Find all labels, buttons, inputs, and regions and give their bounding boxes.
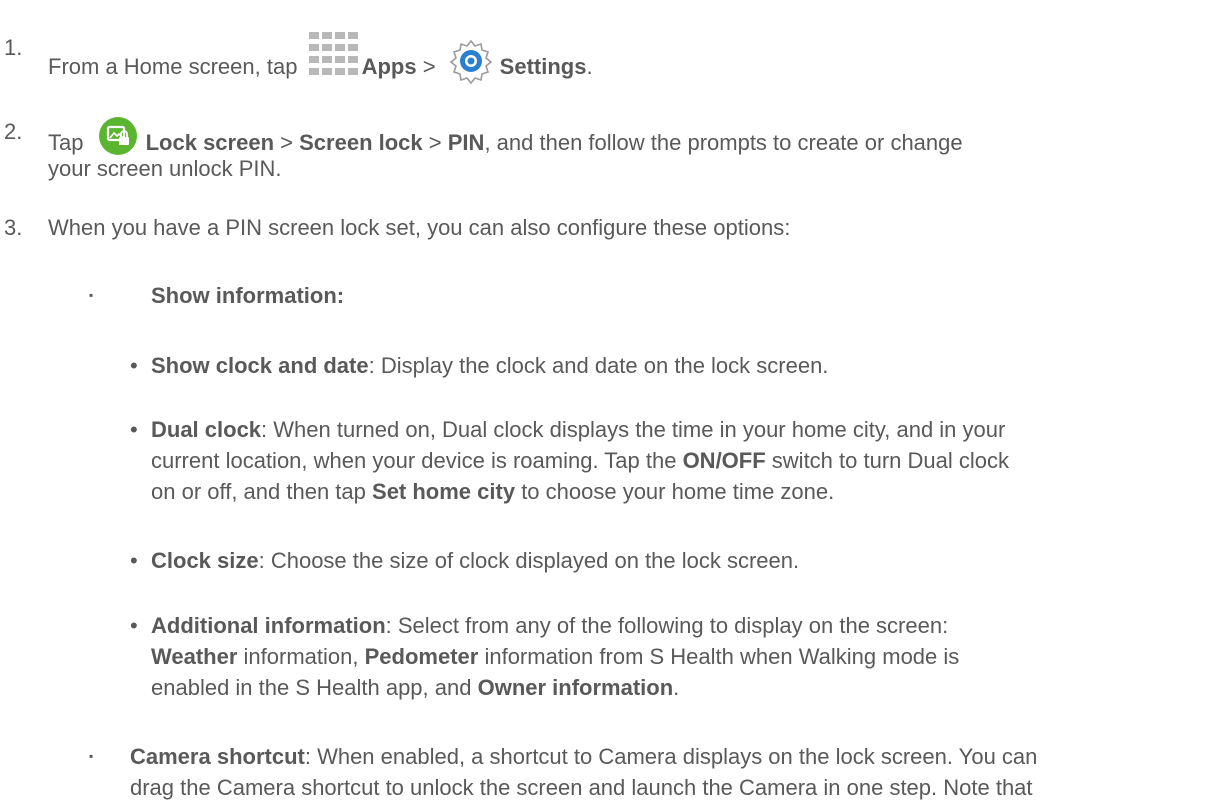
item-label: Clock size	[151, 548, 259, 573]
weather-label: Weather	[151, 644, 238, 669]
period: .	[586, 54, 593, 79]
item-text: : When enabled, a shortcut to Camera dis…	[304, 744, 1038, 769]
item-text: information from S Health when Walking m…	[484, 644, 960, 669]
item-label: Additional information	[151, 613, 386, 638]
step-text: , and then follow the prompts to create …	[484, 130, 963, 155]
item-text: enabled in the S Health app, and	[151, 675, 472, 700]
step-number: 2.	[4, 119, 23, 144]
dot-bullet: •	[130, 353, 138, 378]
owner-information-label: Owner information	[477, 675, 674, 700]
dot-bullet: •	[130, 548, 138, 573]
dot-bullet: •	[130, 613, 138, 638]
show-information-label: Show information:	[151, 283, 345, 308]
pedometer-label: Pedometer	[364, 644, 479, 669]
lock-screen-label: Lock screen	[145, 130, 275, 155]
screen-lock-label: Screen lock	[299, 130, 423, 155]
step-text: When you have a PIN screen lock set, you…	[48, 215, 791, 240]
step-number: 3.	[4, 215, 23, 240]
on-off-label: ON/OFF	[682, 448, 766, 473]
item-text: current location, when your device is ro…	[151, 448, 677, 473]
step-text: From a Home screen, tap	[48, 54, 298, 79]
step-text: Tap	[48, 130, 84, 155]
square-bullet: ▪	[89, 288, 94, 302]
separator: >	[422, 54, 436, 79]
item-label: Camera shortcut	[130, 744, 305, 769]
dot-bullet: •	[130, 417, 138, 442]
item-text: on or off, and then tap	[151, 479, 366, 504]
apps-grid-icon	[307, 32, 359, 80]
settings-label: Settings	[499, 54, 587, 79]
apps-label: Apps	[361, 54, 417, 79]
item-label: Show clock and date	[151, 353, 369, 378]
square-bullet: ▪	[89, 749, 94, 763]
item-text: to choose your home time zone.	[521, 479, 835, 504]
item-text: : Select from any of the following to di…	[385, 613, 949, 638]
item-label: Dual clock	[151, 417, 262, 442]
item-text: drag the Camera shortcut to unlock the s…	[130, 775, 1033, 800]
separator: >	[428, 130, 442, 155]
item-text: information,	[243, 644, 359, 669]
period: .	[673, 675, 680, 700]
item-text: : Display the clock and date on the lock…	[368, 353, 829, 378]
step-text: your screen unlock PIN.	[48, 156, 282, 181]
set-home-city-label: Set home city	[372, 479, 516, 504]
lock-screen-icon	[98, 117, 137, 155]
item-text: : When turned on, Dual clock displays th…	[261, 417, 1006, 442]
pin-label: PIN	[447, 130, 485, 155]
item-text: : Choose the size of clock displayed on …	[258, 548, 800, 573]
separator: >	[280, 130, 293, 155]
step-number: 1.	[4, 35, 23, 60]
settings-gear-icon	[449, 39, 492, 84]
item-text: switch to turn Dual clock	[771, 448, 1009, 473]
